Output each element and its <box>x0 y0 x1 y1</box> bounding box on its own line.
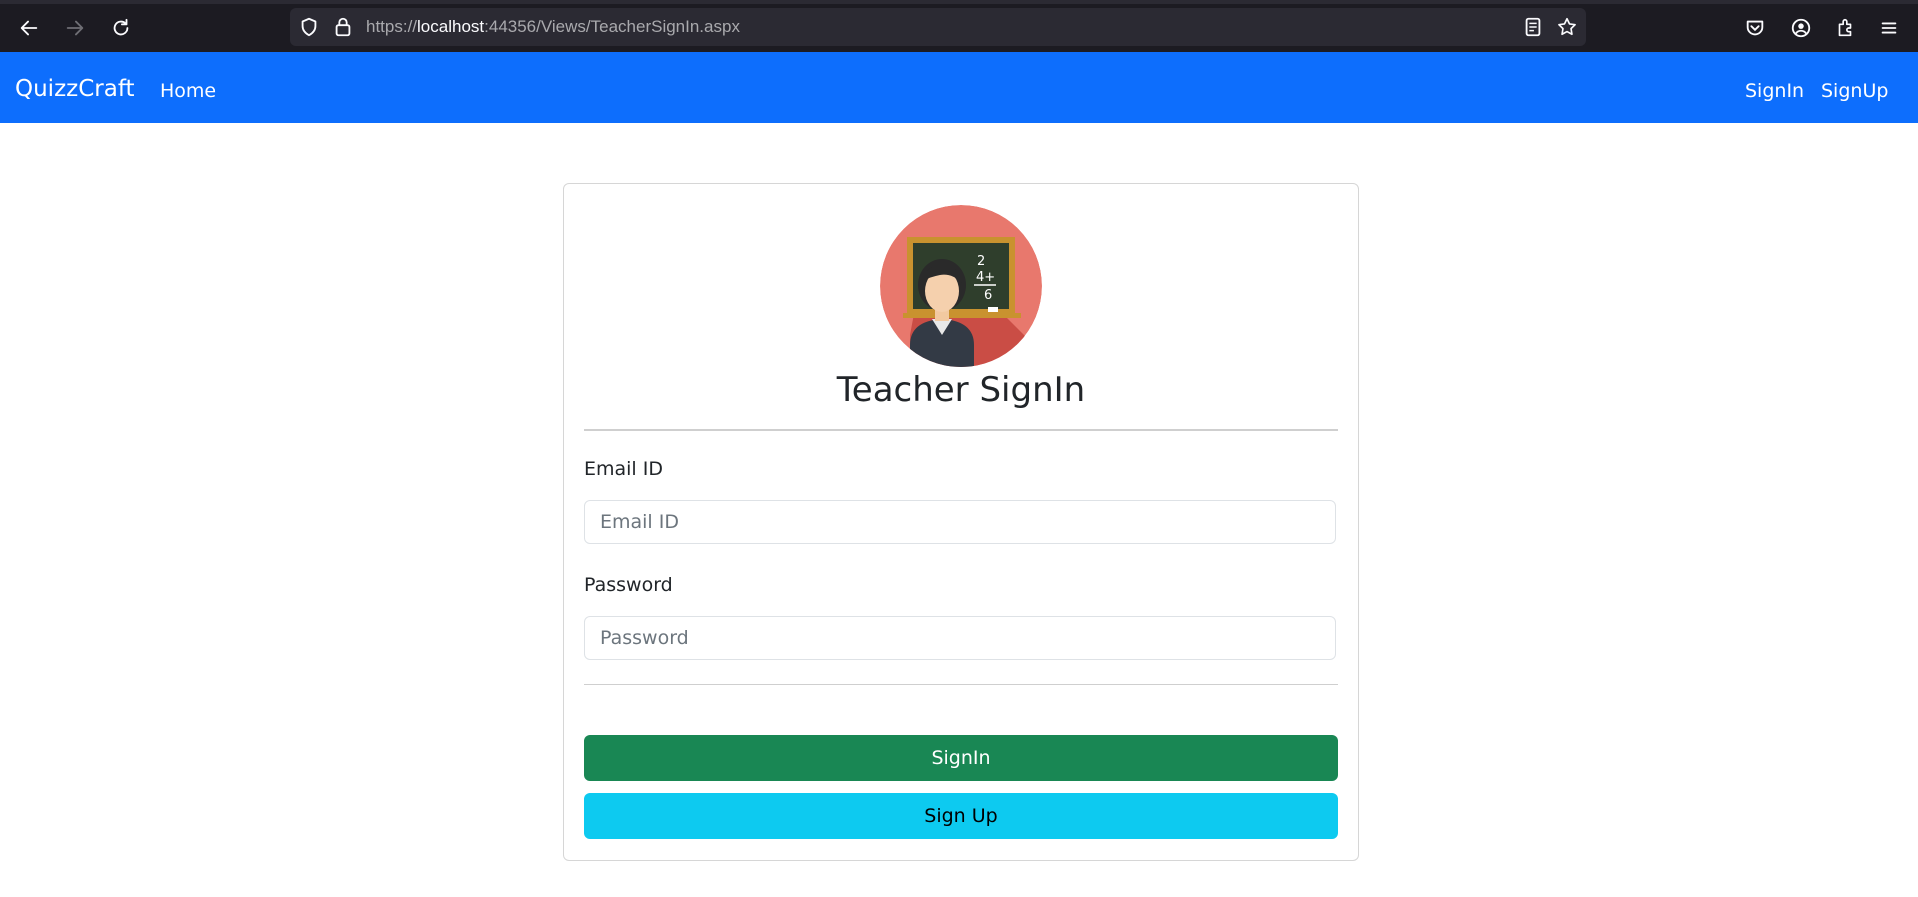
signin-button[interactable]: SignIn <box>584 735 1338 781</box>
password-field[interactable] <box>584 616 1336 660</box>
nav-signin-link[interactable]: SignIn <box>1745 80 1804 102</box>
forward-icon[interactable] <box>60 14 90 42</box>
svg-text:4+: 4+ <box>976 270 995 285</box>
site-navbar: QuizzCraft Home SignIn SignUp <box>0 52 1918 123</box>
browser-toolbar: https://localhost:44356/Views/TeacherSig… <box>0 0 1918 52</box>
url-host: localhost <box>417 17 485 36</box>
nav-home-link[interactable]: Home <box>160 80 216 102</box>
url-path: :44356/Views/TeacherSignIn.aspx <box>484 17 740 36</box>
url-text[interactable]: https://localhost:44356/Views/TeacherSig… <box>366 17 740 37</box>
divider <box>584 429 1338 431</box>
page-title: Teacher SignIn <box>836 370 1086 410</box>
svg-text:6: 6 <box>984 288 992 303</box>
reload-icon[interactable] <box>106 14 136 42</box>
pocket-icon[interactable] <box>1740 14 1770 42</box>
shield-icon[interactable] <box>298 16 320 38</box>
menu-icon[interactable] <box>1874 14 1904 42</box>
tab-strip <box>0 0 1918 4</box>
email-field[interactable] <box>584 500 1336 544</box>
signin-card: 2 4+ 6 Teacher SignIn Email ID Password … <box>563 183 1359 861</box>
back-icon[interactable] <box>14 14 44 42</box>
account-icon[interactable] <box>1786 14 1816 42</box>
divider <box>584 684 1338 685</box>
bookmark-star-icon[interactable] <box>1556 16 1578 38</box>
signup-button[interactable]: Sign Up <box>584 793 1338 839</box>
address-bar[interactable]: https://localhost:44356/Views/TeacherSig… <box>290 8 1586 46</box>
nav-signup-link[interactable]: SignUp <box>1821 80 1888 102</box>
email-label: Email ID <box>584 458 663 480</box>
extensions-icon[interactable] <box>1830 14 1860 42</box>
teacher-avatar: 2 4+ 6 <box>880 205 1042 367</box>
url-prefix: https:// <box>366 17 418 36</box>
brand-link[interactable]: QuizzCraft <box>15 76 135 102</box>
lock-icon[interactable] <box>332 16 354 38</box>
svg-text:2: 2 <box>977 254 985 269</box>
reader-view-icon[interactable] <box>1522 16 1544 38</box>
password-label: Password <box>584 574 673 596</box>
